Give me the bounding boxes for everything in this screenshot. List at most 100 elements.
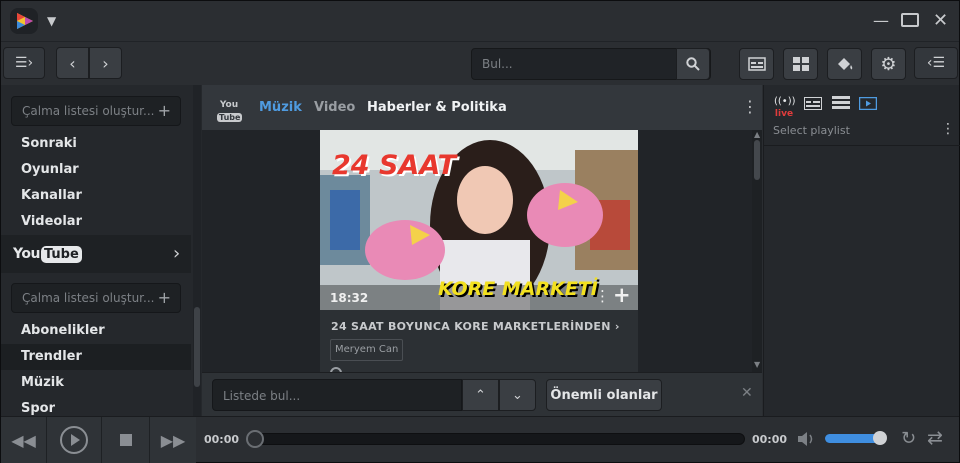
find-bar: Listede bul... ⌃ ⌄ Önemli olanlar ✕	[202, 372, 762, 416]
back-button[interactable]: ‹	[56, 47, 89, 79]
chevron-down-icon: ⌄	[512, 387, 523, 403]
category-tab-bar: You Tube Müzik Video Haberler & Politika…	[202, 85, 762, 130]
forward-button[interactable]: ›	[89, 47, 122, 79]
subtitle-button[interactable]	[739, 48, 774, 80]
forward-icon: ›	[102, 53, 109, 73]
sidebar-item-subscriptions[interactable]: Abonelikler	[1, 318, 191, 344]
settings-button[interactable]: ⚙	[871, 48, 906, 80]
chevron-right-icon: ›	[614, 320, 620, 333]
app-logo-icon[interactable]	[9, 7, 39, 35]
sidebar-toggle-button[interactable]: ☰›	[3, 47, 45, 79]
right-panel-toggle-icon: ‹☰	[926, 55, 946, 71]
minimize-icon[interactable]: —	[873, 11, 889, 31]
video-card[interactable]: 24 SAAT KORE MARKETİ 18:32 ⋮ + 24 SAAT B…	[320, 130, 638, 372]
youtube-small-icon: You Tube	[217, 97, 243, 123]
thumbnail-caption-text: KORE MARKETİ	[438, 278, 598, 300]
tab-music[interactable]: Müzik	[259, 100, 302, 115]
scroll-down-icon[interactable]: ▼	[754, 360, 760, 369]
search-input[interactable]: Bul...	[482, 57, 513, 71]
more-options-icon[interactable]: ⋮	[941, 121, 955, 137]
live-button[interactable]: ((•)) live	[774, 94, 796, 119]
create-playlist-placeholder: Çalma listesi oluştur...	[22, 291, 155, 305]
sidebar-item-videos[interactable]: Videolar	[1, 209, 191, 235]
search-icon	[686, 57, 700, 71]
youtube-logo-tube: Tube	[40, 245, 82, 263]
content-scrollbar[interactable]: ▲ ▼	[752, 130, 762, 372]
seek-bar[interactable]	[246, 430, 745, 448]
menu-icon: ☰›	[14, 55, 34, 71]
video-icon[interactable]	[859, 97, 877, 110]
more-options-icon[interactable]: ⋮	[742, 97, 758, 116]
sidebar-item-music[interactable]: Müzik	[1, 370, 191, 396]
search-field[interactable]: Bul...	[471, 48, 711, 80]
find-in-list-input[interactable]: Listede bul...	[212, 379, 462, 411]
next-button[interactable]: ▶▶	[150, 417, 196, 463]
video-duration: 18:32	[330, 291, 369, 305]
youtube-logo: You Tube	[13, 243, 82, 265]
toolbar: ☰› ‹ › Bul... ⚙ ‹☰	[1, 41, 959, 85]
play-button[interactable]	[47, 417, 102, 463]
subtitle-icon	[747, 57, 766, 71]
sidebar-item-channels[interactable]: Kanallar	[1, 183, 191, 209]
sidebar-item-next[interactable]: Sonraki	[1, 131, 191, 157]
grid-view-button[interactable]	[783, 48, 818, 80]
volume-handle[interactable]	[873, 431, 887, 445]
find-previous-button[interactable]: ⌃	[462, 379, 499, 411]
tab-news-politics[interactable]: Haberler & Politika	[367, 100, 507, 115]
play-icon	[60, 426, 88, 454]
rewind-icon: ◀◀	[11, 430, 36, 450]
scrollbar-thumb[interactable]	[754, 140, 760, 180]
sidebar-item-trending[interactable]: Trendler	[1, 344, 191, 370]
video-menu-icon[interactable]: ⋮	[595, 287, 610, 305]
current-time: 00:00	[204, 433, 240, 446]
volume-slider[interactable]	[825, 431, 887, 445]
create-playlist-input[interactable]: Çalma listesi oluştur... +	[11, 96, 181, 126]
add-to-playlist-icon[interactable]: +	[613, 283, 631, 307]
fast-forward-icon: ▶▶	[160, 430, 186, 450]
plus-icon[interactable]: +	[158, 288, 171, 307]
find-next-button[interactable]: ⌄	[499, 379, 536, 411]
tab-video[interactable]: Video	[314, 100, 355, 115]
stop-button[interactable]	[102, 417, 150, 463]
video-title-text: 24 SAAT BOYUNCA KORE MARKETLERİNDEN	[331, 320, 611, 333]
shuffle-icon[interactable]: ⇄	[927, 427, 943, 449]
broadcast-icon: ((•))	[774, 96, 796, 107]
title-bar: ▼ — ✕	[1, 1, 959, 41]
video-title[interactable]: 24 SAAT BOYUNCA KORE MARKETLERİNDEN ›	[331, 320, 636, 333]
chevron-down-icon[interactable]: ▼	[47, 14, 56, 28]
left-scrollbar[interactable]	[193, 85, 201, 416]
thumbnail-title-text: 24 SAAT	[332, 150, 457, 181]
volume-icon[interactable]	[797, 431, 817, 447]
seek-handle[interactable]	[246, 430, 264, 448]
close-icon[interactable]: ✕	[933, 11, 948, 31]
skin-button[interactable]	[827, 48, 862, 80]
total-time: 00:00	[752, 433, 788, 446]
main-content: You Tube Müzik Video Haberler & Politika…	[202, 85, 762, 416]
youtube-section-header[interactable]: You Tube ›	[1, 235, 191, 273]
search-button[interactable]	[676, 48, 710, 80]
plus-icon[interactable]: +	[158, 101, 171, 120]
youtube-small-icon-tube: Tube	[217, 113, 243, 122]
right-panel-toggle-button[interactable]: ‹☰	[914, 47, 958, 79]
maximize-icon[interactable]	[901, 13, 919, 27]
gear-icon: ⚙	[880, 53, 897, 75]
app-window: ▼ — ✕ ☰› ‹ › Bul... ⚙ ‹☰ Çalma listesi o…	[0, 0, 960, 463]
stop-icon	[119, 434, 132, 446]
subtitle-list-icon[interactable]	[804, 97, 822, 110]
video-thumbnail[interactable]: 24 SAAT KORE MARKETİ 18:32 ⋮ +	[320, 130, 638, 310]
create-playlist-input-youtube[interactable]: Çalma listesi oluştur... +	[11, 283, 181, 313]
repeat-icon[interactable]: ↻	[901, 428, 916, 449]
channel-badge[interactable]: Meryem Can	[330, 339, 404, 361]
select-playlist-label[interactable]: Select playlist	[773, 124, 850, 137]
player-bar: ◀◀ ▶▶ 00:00 00:00 ↻ ⇄	[1, 416, 959, 463]
sidebar-item-games[interactable]: Oyunlar	[1, 157, 191, 183]
previous-button[interactable]: ◀◀	[1, 417, 47, 463]
scroll-up-icon[interactable]: ▲	[754, 130, 760, 139]
right-panel: ((•)) live Select playlist ⋮	[763, 85, 960, 416]
grid-view-icon	[792, 57, 809, 71]
scrollbar-thumb[interactable]	[194, 307, 200, 387]
paint-bucket-icon	[837, 58, 852, 70]
close-find-icon[interactable]: ✕	[741, 385, 753, 401]
playlist-icon[interactable]	[832, 96, 850, 110]
important-only-button[interactable]: Önemli olanlar	[546, 379, 662, 411]
